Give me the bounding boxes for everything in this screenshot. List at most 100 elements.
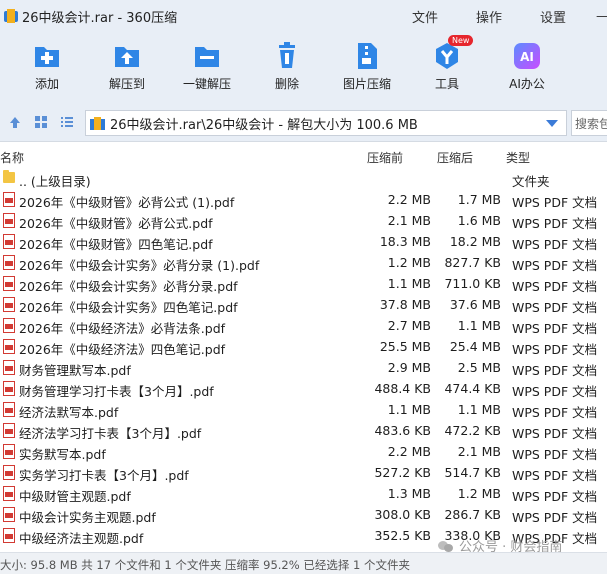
file-row[interactable]: 财务管理学习打卡表【3个月】.pdf 488.4 KB 474.4 KB WPS PD…	[0, 378, 607, 399]
delete-icon	[272, 41, 302, 71]
size-after: 25.4 MB	[449, 339, 501, 354]
file-type: WPS PDF 文档	[512, 342, 598, 357]
extract-to-label: 解压到	[108, 77, 145, 91]
window-title: 26中级会计.rar - 360压缩	[22, 10, 178, 26]
size-after: 514.7 KB	[444, 465, 501, 480]
file-row[interactable]: 2026年《中级会计实务》必背分录.pdf 1.1 MB 711.0 KB WPS P…	[0, 273, 607, 294]
up-arrow-icon[interactable]	[8, 115, 22, 129]
file-name: 2026年《中级财管》必背公式.pdf	[19, 216, 213, 231]
pdf-file-icon	[3, 444, 15, 459]
file-name: 实务学习打卡表【3个月】.pdf	[19, 468, 189, 483]
file-type: WPS PDF 文档	[512, 426, 598, 441]
file-row[interactable]: 经济法学习打卡表【3个月】.pdf 483.6 KB 472.2 KB WPS PDF…	[0, 420, 607, 441]
extract-to-button[interactable]: 解压到	[92, 32, 162, 92]
one-click-extract-icon	[192, 41, 222, 71]
pdf-file-icon	[3, 486, 15, 501]
column-name[interactable]: 名称	[0, 149, 24, 166]
file-type: WPS PDF 文档	[512, 405, 598, 420]
minimize-button[interactable]: —	[596, 9, 607, 24]
new-badge: New	[448, 35, 474, 46]
column-type[interactable]: 类型	[506, 149, 530, 166]
pdf-file-icon	[3, 276, 15, 291]
size-after: 18.2 MB	[449, 234, 501, 249]
file-row[interactable]: 2026年《中级会计实务》必背分录 (1).pdf 1.2 MB 827.7 KB W…	[0, 252, 607, 273]
size-before: 488.4 KB	[374, 381, 431, 396]
file-type: WPS PDF 文档	[512, 321, 598, 336]
file-row[interactable]: 财务管理默写本.pdf 2.9 MB 2.5 MB WPS PDF 文档	[0, 357, 607, 378]
pdf-file-icon	[3, 339, 15, 354]
image-compress-button[interactable]: 图片压缩	[332, 32, 402, 92]
column-header: 名称 压缩前 压缩后 类型	[0, 146, 607, 168]
file-row[interactable]: 中级会计实务主观题.pdf 308.0 KB 286.7 KB WPS PDF 文档	[0, 504, 607, 525]
size-before: 483.6 KB	[374, 423, 431, 438]
tools-label: 工具	[434, 77, 459, 91]
path-field[interactable]: 26中级会计.rar\26中级会计 - 解包大小为 100.6 MB	[85, 110, 567, 136]
ai-office-button[interactable]: AI AI办公	[492, 32, 562, 92]
size-before: 2.2 MB	[387, 192, 431, 207]
menu-bar: 文件 操作 设置 —	[412, 0, 607, 32]
file-name: 经济法学习打卡表【3个月】.pdf	[19, 426, 202, 441]
delete-button[interactable]: 删除	[252, 32, 322, 92]
title-bar: 26中级会计.rar - 360压缩 文件 操作 设置 —	[0, 0, 607, 32]
file-row[interactable]: 2026年《中级财管》必背公式 (1).pdf 2.2 MB 1.7 MB WPS P…	[0, 189, 607, 210]
file-name: 中级经济法主观题.pdf	[19, 531, 144, 546]
toolbar: 添加 解压到 一键解压 删除 图片压缩 New 工具 AI AI办公	[0, 32, 607, 102]
thumbnail-view-icon[interactable]	[34, 115, 48, 129]
menu-operation[interactable]: 操作	[476, 7, 502, 26]
size-before: 1.2 MB	[387, 255, 431, 270]
wechat-icon	[438, 539, 454, 553]
file-row[interactable]: 2026年《中级财管》四色笔记.pdf 18.3 MB 18.2 MB WPS PDF…	[0, 231, 607, 252]
size-before: 308.0 KB	[374, 507, 431, 522]
path-dropdown-icon[interactable]	[546, 120, 558, 127]
size-after: 37.6 MB	[449, 297, 501, 312]
size-after: 2.1 MB	[457, 444, 501, 459]
file-type: WPS PDF 文档	[512, 468, 598, 483]
file-name: 2026年《中级会计实务》四色笔记.pdf	[19, 300, 238, 315]
file-row[interactable]: 2026年《中级经济法》四色笔记.pdf 25.5 MB 25.4 MB WPS PD…	[0, 336, 607, 357]
one-click-extract-button[interactable]: 一键解压	[172, 32, 242, 92]
add-button[interactable]: 添加	[12, 32, 82, 92]
size-before: 1.1 MB	[387, 402, 431, 417]
size-before: 1.3 MB	[387, 486, 431, 501]
file-row[interactable]: 实务学习打卡表【3个月】.pdf 527.2 KB 514.7 KB WPS PDF …	[0, 462, 607, 483]
file-name: 财务管理默写本.pdf	[19, 363, 131, 378]
file-type: WPS PDF 文档	[512, 258, 598, 273]
folder-icon	[3, 170, 15, 183]
file-row[interactable]: 2026年《中级经济法》必背法条.pdf 2.7 MB 1.1 MB WPS PDF …	[0, 315, 607, 336]
column-before[interactable]: 压缩前	[367, 149, 403, 166]
pdf-file-icon	[3, 360, 15, 375]
file-row[interactable]: 中级财管主观题.pdf 1.3 MB 1.2 MB WPS PDF 文档	[0, 483, 607, 504]
file-row[interactable]: 2026年《中级财管》必背公式.pdf 2.1 MB 1.6 MB WPS PDF 文…	[0, 210, 607, 231]
file-name: 2026年《中级经济法》四色笔记.pdf	[19, 342, 226, 357]
parent-folder-row[interactable]: .. (上级目录) 文件夹	[0, 168, 607, 189]
menu-settings[interactable]: 设置	[540, 7, 566, 26]
size-before: 18.3 MB	[379, 234, 431, 249]
file-row[interactable]: 经济法默写本.pdf 1.1 MB 1.1 MB WPS PDF 文档	[0, 399, 607, 420]
status-text: 大小: 95.8 MB 共 17 个文件和 1 个文件夹 压缩率 95.2% 已…	[0, 558, 410, 572]
file-type: WPS PDF 文档	[512, 195, 598, 210]
pdf-file-icon	[3, 213, 15, 228]
tools-button[interactable]: New 工具	[412, 32, 482, 92]
column-after[interactable]: 压缩后	[437, 149, 473, 166]
file-row[interactable]: 2026年《中级会计实务》四色笔记.pdf 37.8 MB 37.6 MB WPS P…	[0, 294, 607, 315]
list-view-icon[interactable]	[60, 115, 74, 129]
size-after: 1.2 MB	[457, 486, 501, 501]
file-name: 2026年《中级会计实务》必背分录 (1).pdf	[19, 258, 260, 273]
file-name: .. (上级目录)	[19, 174, 91, 189]
size-before: 352.5 KB	[374, 528, 431, 543]
size-after: 1.7 MB	[457, 192, 501, 207]
file-row[interactable]: 实务默写本.pdf 2.2 MB 2.1 MB WPS PDF 文档	[0, 441, 607, 462]
file-type: 文件夹	[512, 174, 550, 189]
menu-file[interactable]: 文件	[412, 7, 438, 26]
one-click-extract-label: 一键解压	[182, 77, 231, 91]
size-before: 2.2 MB	[387, 444, 431, 459]
size-after: 472.2 KB	[444, 423, 501, 438]
app-logo-icon	[4, 9, 18, 23]
extract-to-icon	[112, 41, 142, 71]
file-name: 中级会计实务主观题.pdf	[19, 510, 156, 525]
file-type: WPS PDF 文档	[512, 216, 598, 231]
search-input[interactable]: 搜索包	[571, 110, 607, 136]
file-name: 2026年《中级会计实务》必背分录.pdf	[19, 279, 238, 294]
image-compress-icon	[352, 41, 382, 71]
pdf-file-icon	[3, 234, 15, 249]
